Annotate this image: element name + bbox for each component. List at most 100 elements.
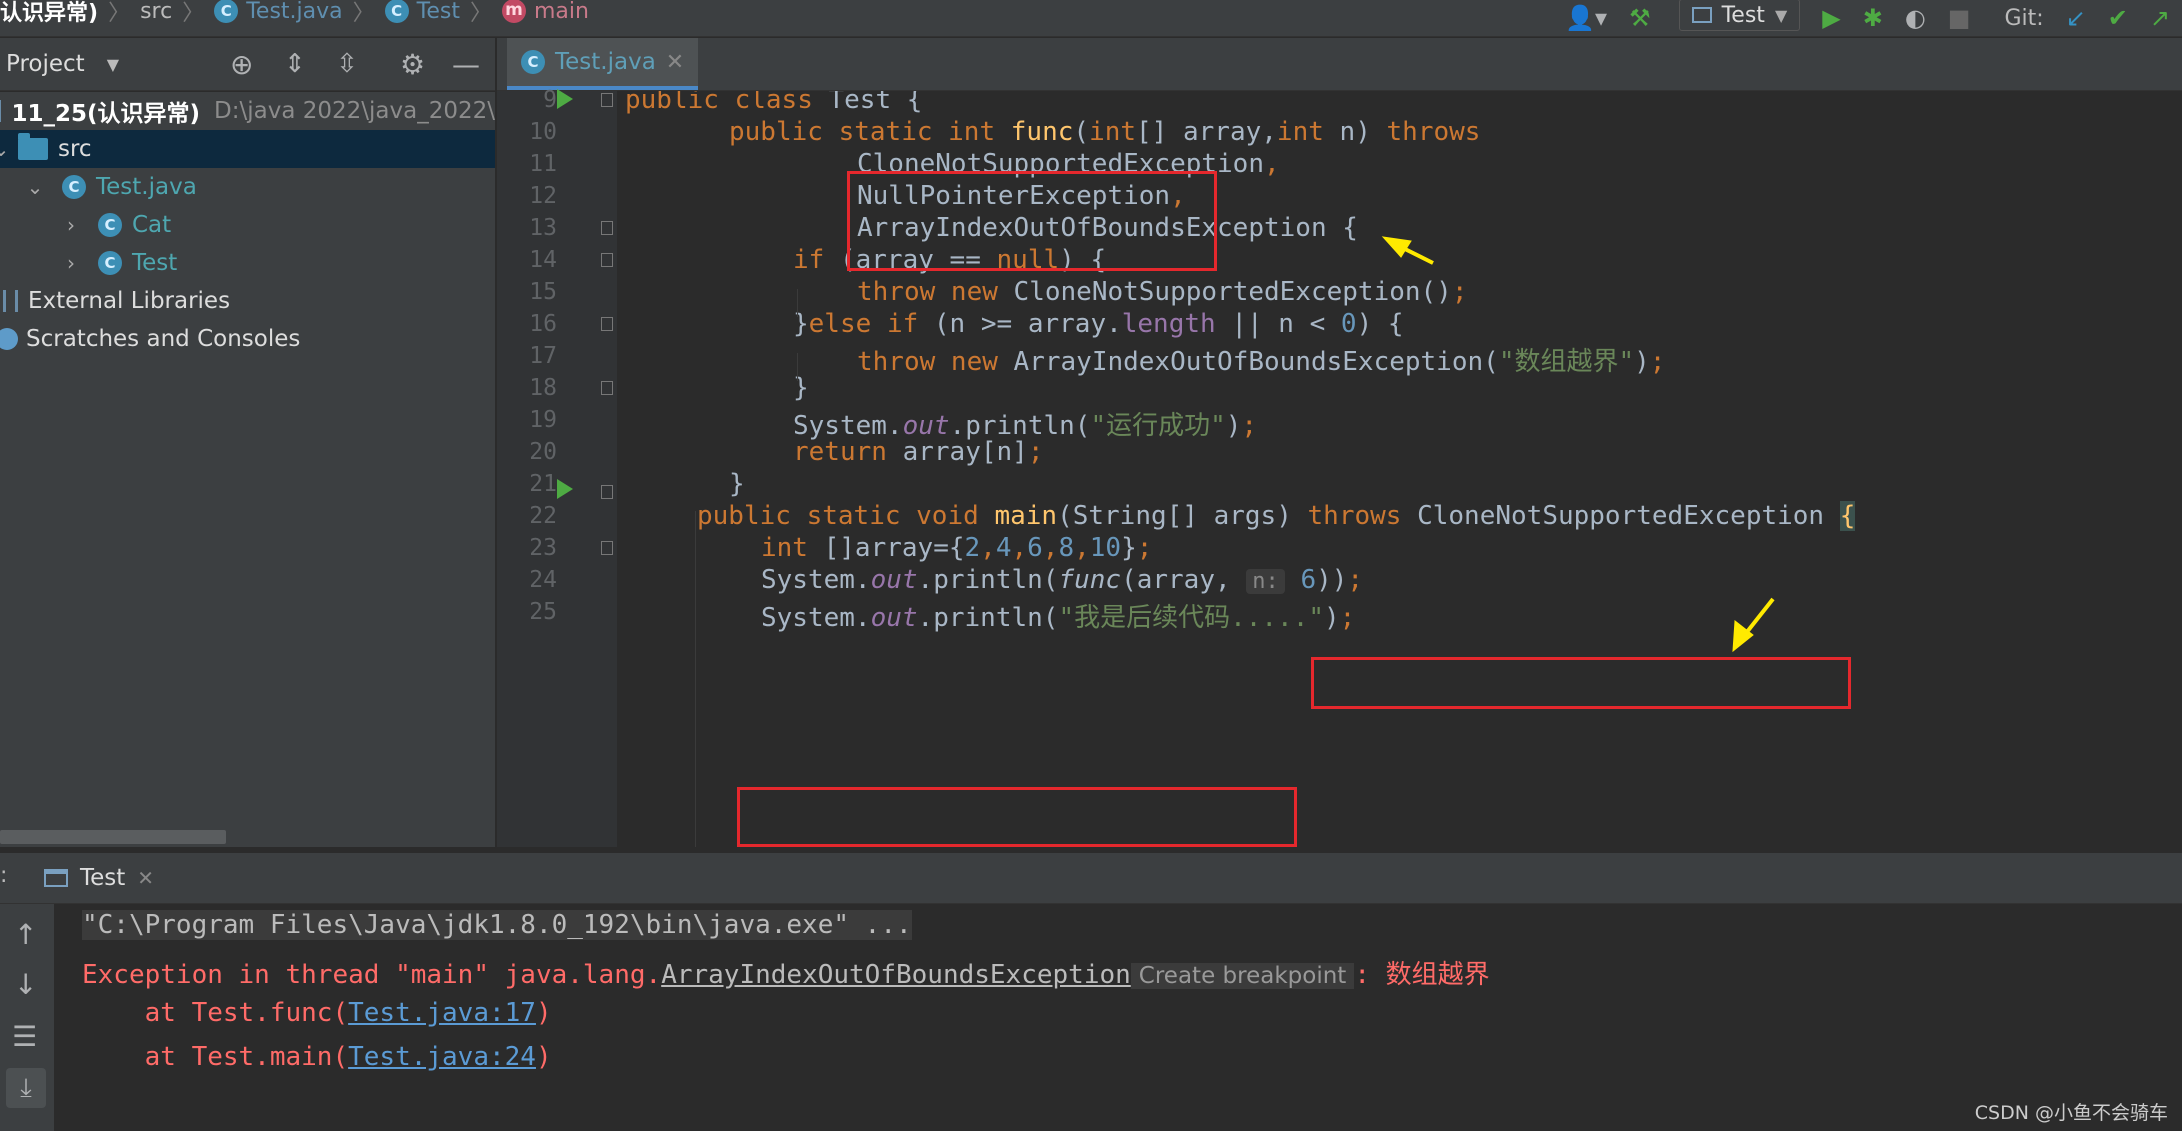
navigation-bar: 认识异常) 〉 src 〉 Test.java 〉 Test 〉 main 👤▾… xyxy=(0,0,2182,37)
tree-item-src[interactable]: ⌄ src xyxy=(0,130,495,168)
tree-item-test[interactable]: › Test xyxy=(0,244,495,282)
line-number: 11 xyxy=(529,151,557,177)
breadcrumb-project[interactable]: 认识异常) xyxy=(0,0,98,27)
folder-icon xyxy=(0,100,2,122)
line-number: 22 xyxy=(529,503,557,529)
annotation-arrows xyxy=(1381,236,1775,653)
class-icon xyxy=(62,175,86,199)
run-tab-label: Test xyxy=(80,865,126,891)
gear-icon[interactable]: ⚙ xyxy=(400,48,425,81)
run-gutter-icon[interactable] xyxy=(557,479,573,499)
breadcrumb-class[interactable]: Test xyxy=(384,0,460,24)
tree-item-label: Cat xyxy=(132,212,172,238)
tree-item-test-java[interactable]: ⌄ Test.java xyxy=(0,168,495,206)
line-number: 24 xyxy=(529,567,557,593)
breadcrumb-separator: 〉 xyxy=(182,1,205,26)
stop-icon[interactable]: ■ xyxy=(1948,4,1971,32)
breadcrumb-file[interactable]: Test.java xyxy=(214,0,343,24)
tab-run-test[interactable]: Test ✕ xyxy=(44,853,154,903)
chevron-down-icon[interactable]: ⌄ xyxy=(0,137,10,161)
fold-marker-icon[interactable] xyxy=(601,93,613,107)
breadcrumb-file-label: Test.java xyxy=(246,0,343,24)
run-console[interactable]: "C:\Program Files\Java\jdk1.8.0_192\bin\… xyxy=(56,904,2182,1131)
line-number: 25 xyxy=(529,599,557,625)
fold-marker-icon[interactable] xyxy=(601,541,613,555)
line-number: 19 xyxy=(529,407,557,433)
run-configuration-select[interactable]: Test ▼ xyxy=(1678,0,1801,31)
git-push-icon[interactable]: ↗ xyxy=(2150,4,2170,32)
expand-all-icon[interactable]: ⇕ xyxy=(284,49,306,79)
tree-item-external-libraries[interactable]: External Libraries xyxy=(0,282,495,320)
debug-bug-icon[interactable]: ✱ xyxy=(1863,4,1883,32)
line-number: 16 xyxy=(529,311,557,337)
arrow-down-icon[interactable]: ↓ xyxy=(14,968,37,1001)
code-editor[interactable]: public class Test { public static int fu… xyxy=(617,91,2182,847)
run-panel-header: : Test ✕ xyxy=(0,853,2182,904)
library-icon xyxy=(0,290,18,312)
git-update-icon[interactable]: ↙ xyxy=(2066,4,2086,32)
chevron-down-icon[interactable]: ⌄ xyxy=(26,175,44,199)
git-label: Git: xyxy=(2004,5,2044,31)
fold-marker-icon[interactable] xyxy=(601,381,613,395)
fold-marker-icon[interactable] xyxy=(601,317,613,331)
tab-test-java[interactable]: Test.java ✕ xyxy=(507,38,699,90)
run-config-label: Test xyxy=(1721,2,1765,28)
minimize-icon[interactable]: — xyxy=(452,48,480,81)
stack-trace-link[interactable]: Test.java:17 xyxy=(348,998,536,1028)
close-icon[interactable]: ✕ xyxy=(666,50,684,75)
line-number: 13 xyxy=(529,215,557,241)
tree-item-cat[interactable]: › Cat xyxy=(0,206,495,244)
build-hammer-icon[interactable]: ⚒ xyxy=(1629,4,1651,32)
tree-item-label: src xyxy=(58,136,92,162)
breadcrumb-method[interactable]: main xyxy=(502,0,589,24)
user-icon[interactable]: 👤▾ xyxy=(1565,4,1607,32)
arrow-up-icon[interactable]: ↑ xyxy=(14,918,37,951)
tree-item-label: Test.java xyxy=(96,174,197,200)
stack-trace-link[interactable]: Test.java:24 xyxy=(348,1042,536,1072)
fold-marker-icon[interactable] xyxy=(601,221,613,235)
close-icon[interactable]: ✕ xyxy=(137,866,154,890)
chevron-right-icon[interactable]: › xyxy=(62,213,80,237)
breadcrumb-src[interactable]: src xyxy=(140,0,172,24)
chevron-down-icon[interactable]: ▼ xyxy=(107,55,119,74)
editor-gutter: 9 10 11 12 13 14 15 16 17 18 19 20 21 22… xyxy=(497,87,617,847)
exception-class-link[interactable]: ArrayIndexOutOfBoundsException xyxy=(661,960,1131,990)
breadcrumb-class-label: Test xyxy=(416,0,460,24)
breadcrumb-separator: 〉 xyxy=(108,1,131,26)
tree-item-project-root[interactable]: 11_25(认识异常) D:\java 2022\java_2022\ xyxy=(0,92,495,130)
tree-item-path: D:\java 2022\java_2022\ xyxy=(214,98,495,124)
editor-tab-bar: Test.java ✕ xyxy=(497,38,2182,91)
locate-crosshair-icon[interactable]: ⊕ xyxy=(230,48,253,81)
tree-item-scratches[interactable]: Scratches and Consoles xyxy=(0,320,495,358)
run-gutter-icon[interactable] xyxy=(557,89,573,109)
horizontal-scrollbar[interactable] xyxy=(0,830,226,844)
git-commit-check-icon[interactable]: ✔ xyxy=(2108,4,2128,32)
chevron-down-icon: ▼ xyxy=(1774,5,1788,25)
line-number: 20 xyxy=(529,439,557,465)
fold-marker-icon[interactable] xyxy=(601,485,613,499)
line-number: 18 xyxy=(529,375,557,401)
project-panel-title[interactable]: Project xyxy=(6,51,85,77)
console-window-icon xyxy=(44,869,68,887)
run-panel-label-prefix: : xyxy=(0,863,8,888)
arrow-head xyxy=(1381,236,1412,258)
class-icon xyxy=(98,213,122,237)
console-line-stack-1: at Test.func(Test.java:17) xyxy=(82,998,552,1028)
console-line-exception: Exception in thread "main" java.lang.Arr… xyxy=(82,960,1490,990)
line-number: 23 xyxy=(529,535,557,561)
tree-item-label: 11_25(认识异常) xyxy=(11,101,201,127)
create-breakpoint-hint[interactable]: Create breakpoint xyxy=(1130,963,1355,989)
chevron-right-icon[interactable]: › xyxy=(62,251,80,275)
tree-item-label: External Libraries xyxy=(28,288,231,314)
collapse-all-icon[interactable]: ⇳ xyxy=(336,49,358,79)
scratches-icon xyxy=(0,328,18,350)
scroll-to-end-icon[interactable]: ⤓ xyxy=(6,1068,46,1108)
coverage-icon[interactable]: ◐ xyxy=(1905,4,1926,32)
line-number: 15 xyxy=(529,279,557,305)
main-toolbar: 👤▾ ⚒ Test ▼ ▶ ✱ ◐ ■ Git: ↙ ✔ ↗ xyxy=(1565,0,2182,36)
breadcrumb-separator: 〉 xyxy=(352,1,375,26)
soft-wrap-icon[interactable]: ☰ xyxy=(12,1020,37,1053)
tree-item-label: Scratches and Consoles xyxy=(26,326,301,352)
run-icon[interactable]: ▶ xyxy=(1822,4,1840,32)
fold-marker-icon[interactable] xyxy=(601,253,613,267)
